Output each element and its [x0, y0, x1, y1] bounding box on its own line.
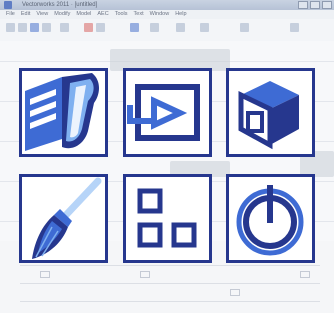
toolbar — [0, 19, 334, 42]
menu-item[interactable]: Help — [175, 10, 186, 19]
document-pages-icon — [25, 73, 99, 151]
panel-field[interactable] — [140, 271, 150, 278]
tile-layout[interactable] — [123, 174, 212, 263]
toolbar-button[interactable] — [42, 23, 51, 32]
window-title: Vectorworks 2011 · [untitled] — [22, 2, 98, 8]
3d-cube-icon — [238, 81, 299, 150]
tile-timer[interactable] — [226, 174, 315, 263]
tile-3d-model[interactable] — [226, 68, 315, 157]
timer-dial-icon — [236, 185, 304, 256]
toolbar-button[interactable] — [130, 23, 139, 32]
menu-item[interactable]: AEC — [97, 10, 108, 19]
close-button[interactable] — [322, 1, 332, 9]
window-titlebar: Vectorworks 2011 · [untitled] — [0, 0, 334, 10]
paint-brush-icon — [32, 177, 102, 259]
panel-field[interactable] — [40, 271, 50, 278]
menu-item[interactable]: Text — [134, 10, 144, 19]
menu-item[interactable]: View — [36, 10, 48, 19]
toolbar-button[interactable] — [30, 23, 39, 32]
menu-item[interactable]: Model — [76, 10, 91, 19]
panel-field[interactable] — [300, 271, 310, 278]
tile-presentation[interactable] — [123, 68, 212, 157]
toolbar-button[interactable] — [96, 23, 105, 32]
tile-rendering[interactable] — [19, 174, 108, 263]
toolbar-button[interactable] — [6, 23, 15, 32]
toolbar-button[interactable] — [84, 23, 93, 32]
tile-documents[interactable] — [19, 68, 108, 157]
toolbar-button[interactable] — [18, 23, 27, 32]
app-icon — [4, 1, 12, 9]
toolbar-button[interactable] — [290, 23, 299, 32]
menu-bar: File Edit View Modify Model AEC Tools Te… — [0, 10, 334, 19]
menu-item[interactable]: Tools — [115, 10, 128, 19]
minimize-button[interactable] — [298, 1, 308, 9]
presentation-play-icon — [127, 84, 200, 141]
panel-field[interactable] — [230, 289, 240, 296]
layout-grid-icon — [137, 188, 197, 248]
maximize-button[interactable] — [310, 1, 320, 9]
menu-item[interactable]: Window — [150, 10, 170, 19]
menu-item[interactable]: File — [6, 10, 15, 19]
toolbar-button[interactable] — [150, 23, 159, 32]
toolbar-button[interactable] — [240, 23, 249, 32]
toolbar-button[interactable] — [200, 23, 209, 32]
menu-item[interactable]: Modify — [54, 10, 70, 19]
menu-item[interactable]: Edit — [21, 10, 30, 19]
toolbar-button[interactable] — [60, 23, 69, 32]
toolbar-button[interactable] — [176, 23, 185, 32]
